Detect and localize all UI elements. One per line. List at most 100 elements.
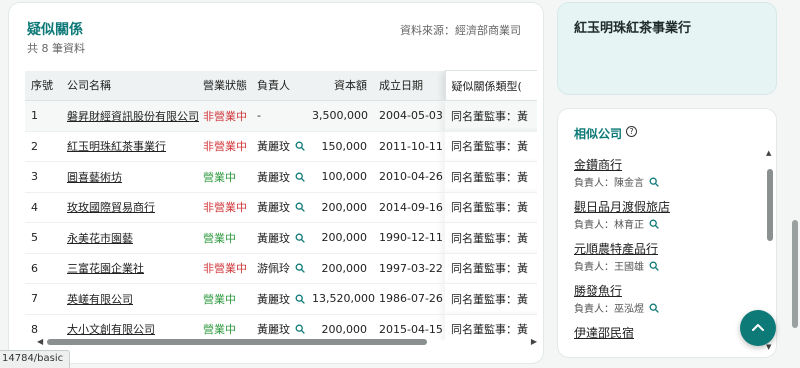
header-relation-type: 疑似關係類型( bbox=[444, 70, 537, 101]
cell-company-name: 三富花園企業社 bbox=[61, 253, 197, 284]
search-icon[interactable] bbox=[649, 303, 659, 313]
list-item: 金鑽商行 負責人：陳金言 bbox=[574, 155, 764, 197]
data-source: 資料來源：經濟部商業司 bbox=[400, 24, 521, 37]
search-icon[interactable] bbox=[649, 261, 659, 271]
scroll-left-icon[interactable]: ◀ bbox=[37, 337, 43, 346]
header-company-name: 公司名稱 bbox=[61, 70, 197, 101]
page-scroll-thumb[interactable] bbox=[792, 220, 798, 328]
relations-table-container: 序號 公司名稱 營業狀態 負責人 資本額 成立日期 疑似關係類型( 1 磐昇財經資… bbox=[25, 70, 537, 340]
cell-relation-type: 同名董監事：黃 bbox=[445, 192, 537, 223]
list-item: 元順農特產品行負責人：王國雄 bbox=[574, 239, 764, 281]
cell-capital: 200,000 bbox=[306, 192, 373, 223]
company-link[interactable]: 圓喜藝術坊 bbox=[67, 171, 122, 184]
cell-index: 1 bbox=[25, 100, 61, 132]
cell-date: 2004-05-03 bbox=[373, 100, 445, 132]
cell-person: 黃麗玟 bbox=[251, 192, 306, 223]
company-link[interactable]: 永美花市園藝 bbox=[67, 232, 133, 245]
cell-relation-type: 同名董監事：黃 bbox=[445, 253, 537, 284]
cell-person: 黃麗玟 bbox=[251, 283, 306, 315]
cell-person: 游佩玲 bbox=[251, 253, 306, 284]
search-icon[interactable] bbox=[295, 202, 305, 212]
search-icon[interactable] bbox=[295, 172, 305, 182]
cell-company-name: 大小文創有限公司 bbox=[61, 314, 197, 340]
header-person: 負責人 bbox=[251, 70, 306, 101]
scroll-up-icon[interactable]: ▲ bbox=[766, 149, 771, 157]
company-link[interactable]: 紅玉明珠紅茶事業行 bbox=[67, 140, 166, 153]
cell-status: 非營業中 bbox=[197, 253, 251, 284]
search-icon[interactable] bbox=[649, 219, 659, 229]
similar-person-text: 負責人：巫泓煜 bbox=[574, 304, 644, 315]
cell-company-name: 紅玉明珠紅茶事業行 bbox=[61, 131, 197, 162]
cell-status: 營業中 bbox=[197, 314, 251, 340]
similar-company-link[interactable]: 伊達邵民宿 bbox=[574, 323, 764, 343]
table-row: 6 三富花園企業社 非營業中 游佩玲 200,000 1997-03-22 同名董監事：黃 bbox=[25, 253, 537, 284]
cell-capital: 3,500,000 bbox=[306, 100, 373, 132]
header-date: 成立日期 bbox=[373, 70, 445, 101]
help-icon[interactable]: ? bbox=[626, 126, 637, 137]
similar-company-link[interactable]: 觀日品月渡假旅店 bbox=[574, 197, 764, 217]
cell-relation-type: 同名董監事：黃 bbox=[445, 314, 537, 340]
cell-relation-type: 同名董監事：黃 bbox=[445, 131, 537, 162]
cell-person: 黃麗玟 bbox=[251, 161, 306, 193]
similar-person: 負責人：王國雄 bbox=[574, 259, 764, 277]
search-icon[interactable] bbox=[295, 324, 305, 334]
company-link[interactable]: 大小文創有限公司 bbox=[67, 323, 155, 336]
cell-company-name: 磐昇財經資訊股份有限公司 bbox=[61, 100, 199, 132]
cell-capital: 150,000 bbox=[306, 131, 373, 162]
cell-status: 非營業中 bbox=[197, 192, 251, 223]
cell-capital: 100,000 bbox=[306, 161, 373, 193]
table-row: 2 紅玉明珠紅茶事業行 非營業中 黃麗玟 150,000 2011-10-11 同名董監事：… bbox=[25, 131, 537, 162]
cell-person: - bbox=[251, 100, 306, 132]
header-index: 序號 bbox=[25, 70, 61, 101]
cell-date: 2011-10-11 bbox=[373, 131, 445, 162]
cell-company-name: 玫玫國際貿易商行 bbox=[61, 192, 197, 223]
cell-date: 2014-09-16 bbox=[373, 192, 445, 223]
cell-date: 1990-12-11 bbox=[373, 222, 445, 254]
search-icon[interactable] bbox=[649, 177, 659, 187]
scroll-right-icon[interactable]: ▶ bbox=[531, 337, 537, 346]
similar-person-text: 負責人：王國雄 bbox=[574, 262, 644, 273]
horizontal-scrollbar[interactable]: ◀ ▶ bbox=[37, 337, 537, 346]
similar-company-link[interactable]: 元順農特產品行 bbox=[574, 239, 764, 259]
company-link[interactable]: 磐昇財經資訊股份有限公司 bbox=[67, 110, 199, 123]
cell-index: 6 bbox=[25, 253, 61, 284]
cell-status: 營業中 bbox=[197, 161, 251, 193]
horizontal-scroll-thumb[interactable] bbox=[47, 339, 427, 345]
cell-person: 黃麗玟 bbox=[251, 131, 306, 162]
person-name: 黃麗玟 bbox=[257, 292, 290, 306]
person-name: 黃麗玟 bbox=[257, 170, 290, 184]
similar-scroll-thumb[interactable] bbox=[767, 169, 773, 241]
cell-capital: 200,000 bbox=[306, 222, 373, 254]
cell-relation-type: 同名董監事：黃 bbox=[445, 222, 537, 254]
company-link[interactable]: 玫玫國際貿易商行 bbox=[67, 201, 155, 214]
table-row: 3 圓喜藝術坊 營業中 黃麗玟 100,000 2010-04-26 同名董監事：黃 bbox=[25, 161, 537, 193]
cell-person: 黃麗玟 bbox=[251, 314, 306, 340]
cell-relation-type: 同名董監事：黃 bbox=[445, 100, 537, 132]
cell-person: 黃麗玟 bbox=[251, 222, 306, 254]
cell-index: 4 bbox=[25, 192, 61, 223]
cell-status: 非營業中 bbox=[197, 100, 251, 132]
similar-company-link[interactable]: 金鑽商行 bbox=[574, 155, 764, 175]
list-item: 觀日品月渡假旅店負責人：林育正 bbox=[574, 197, 764, 239]
scroll-down-icon[interactable]: ▼ bbox=[766, 343, 771, 351]
cell-status: 營業中 bbox=[197, 283, 251, 315]
cell-index: 2 bbox=[25, 131, 61, 162]
table-row: 4 玫玫國際貿易商行 非營業中 黃麗玟 200,000 2014-09-16 同名董監事：黃 bbox=[25, 192, 537, 223]
similar-company-link[interactable]: 勝發魚行 bbox=[574, 281, 764, 301]
cell-capital: 200,000 bbox=[306, 314, 373, 340]
cell-date: 2010-04-26 bbox=[373, 161, 445, 193]
list-item: 勝發魚行負責人：巫泓煜 bbox=[574, 281, 764, 323]
company-card: 紅玉明珠紅茶事業行 bbox=[557, 2, 777, 95]
company-link[interactable]: 英嵯有限公司 bbox=[67, 293, 133, 306]
header-capital: 資本額 bbox=[306, 70, 373, 101]
search-icon[interactable] bbox=[295, 263, 305, 273]
table-row: 5 永美花市園藝 營業中 黃麗玟 200,000 1990-12-11 同名董監事：黃 bbox=[25, 222, 537, 254]
cell-date: 1986-07-26 bbox=[373, 283, 445, 315]
search-icon[interactable] bbox=[295, 233, 305, 243]
person-name: 黃麗玟 bbox=[257, 231, 290, 245]
back-to-top-button[interactable] bbox=[740, 310, 776, 346]
search-icon[interactable] bbox=[295, 294, 305, 304]
company-link[interactable]: 三富花園企業社 bbox=[67, 262, 144, 275]
search-icon[interactable] bbox=[295, 141, 305, 151]
similar-person-text: 負責人：林育正 bbox=[574, 220, 644, 231]
